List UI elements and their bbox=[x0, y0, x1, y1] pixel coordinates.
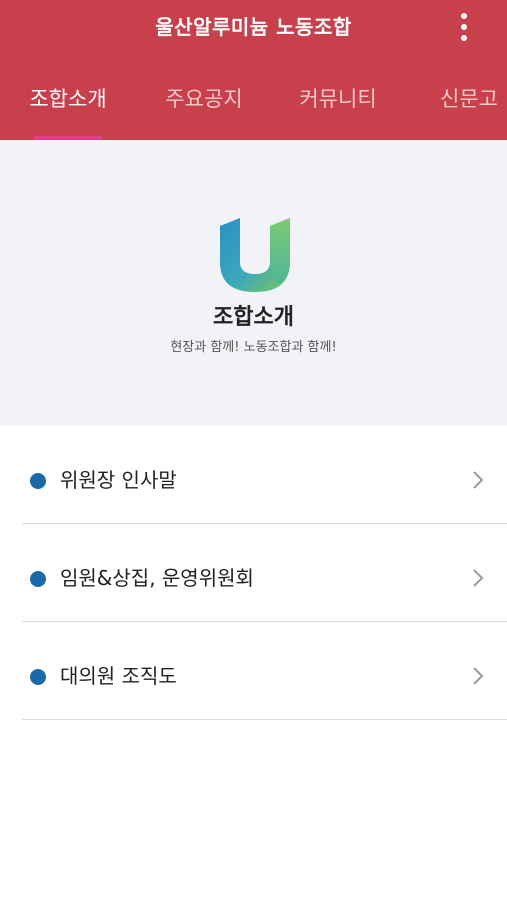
list-item-label: 임원&상집, 운영위원회 bbox=[60, 566, 254, 590]
list-item-delegates-org-chart[interactable]: 대의원 조직도 bbox=[22, 622, 507, 720]
hero-banner: 조합소개 현장과 함께! 노동조합과 함께! bbox=[0, 140, 507, 426]
hero-subtitle: 현장과 함께! 노동조합과 함께! bbox=[170, 340, 337, 355]
tab-community[interactable]: 커뮤니티 bbox=[292, 72, 384, 140]
tab-union-intro[interactable]: 조합소개 bbox=[22, 72, 114, 140]
app-root: 울산알루미늄 노동조합 조합소개 주요공지 커뮤니티 신문고 조합소개 현장과 … bbox=[0, 0, 507, 900]
chevron-right-icon bbox=[473, 667, 484, 685]
menu-dot bbox=[461, 35, 467, 41]
menu-dot bbox=[461, 24, 467, 30]
bullet-dot-icon bbox=[30, 669, 46, 685]
list-item-chairman-greeting[interactable]: 위원장 인사말 bbox=[22, 426, 507, 524]
list-item-label: 대의원 조직도 bbox=[60, 664, 177, 688]
tab-petition[interactable]: 신문고 bbox=[440, 72, 507, 140]
bullet-dot-icon bbox=[30, 473, 46, 489]
tab-notices[interactable]: 주요공지 bbox=[158, 72, 250, 140]
app-header: 울산알루미늄 노동조합 조합소개 주요공지 커뮤니티 신문고 bbox=[0, 0, 507, 140]
list-item-label: 위원장 인사말 bbox=[60, 468, 177, 492]
union-u-logo-icon bbox=[220, 218, 290, 292]
chevron-right-icon bbox=[473, 471, 484, 489]
hero-title: 조합소개 bbox=[213, 305, 294, 330]
list-item-executives-committee[interactable]: 임원&상집, 운영위원회 bbox=[22, 524, 507, 622]
chevron-right-icon bbox=[473, 569, 484, 587]
menu-dot bbox=[461, 13, 467, 19]
app-title: 울산알루미늄 노동조합 bbox=[155, 15, 352, 39]
bullet-dot-icon bbox=[30, 571, 46, 587]
menu-list: 위원장 인사말 임원&상집, 운영위원회 대의원 조직도 bbox=[22, 426, 507, 720]
tab-bar: 조합소개 주요공지 커뮤니티 신문고 bbox=[0, 72, 507, 140]
more-vertical-icon[interactable] bbox=[446, 8, 482, 46]
